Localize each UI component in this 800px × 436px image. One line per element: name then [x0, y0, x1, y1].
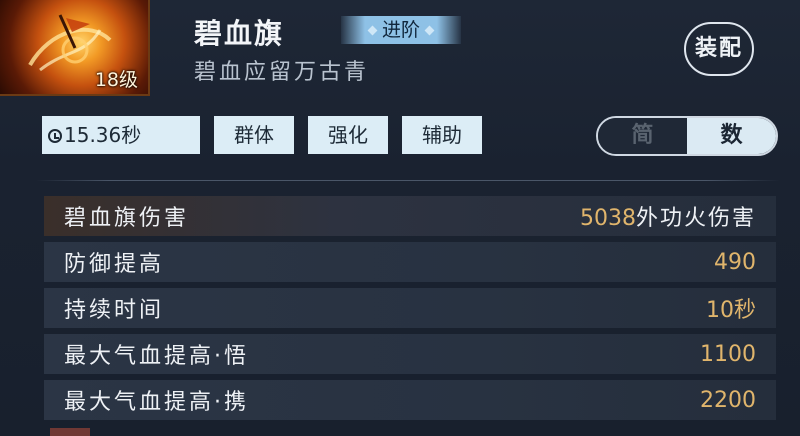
- stat-value: 1100: [700, 341, 756, 367]
- stat-label: 防御提高: [64, 252, 165, 277]
- diamond-icon: [367, 25, 378, 36]
- stat-number: 5038: [579, 206, 636, 231]
- tag-group: 群体: [214, 116, 294, 154]
- advance-tag[interactable]: 进阶: [341, 16, 461, 44]
- skill-name: 碧血旗: [194, 17, 285, 50]
- stats-list: 碧血旗伤害 5038外功火伤害 防御提高 490 持续时间 10秒 最大气血提高…: [44, 196, 776, 426]
- tag-support: 辅助: [402, 116, 482, 154]
- stat-label: 最大气血提高·携: [64, 390, 249, 415]
- stat-value: 5038外功火伤害: [580, 200, 756, 232]
- stat-row: 持续时间 10秒: [44, 288, 776, 328]
- divider: [36, 180, 780, 181]
- stat-label: 碧血旗伤害: [64, 206, 190, 231]
- cooldown-value: 15.36秒: [64, 123, 142, 147]
- equip-button[interactable]: 装配: [684, 22, 754, 76]
- stat-row: 最大气血提高·携 2200: [44, 380, 776, 420]
- stat-label: 最大气血提高·悟: [64, 344, 249, 369]
- stat-row: 防御提高 490: [44, 242, 776, 282]
- toggle-option-numbers[interactable]: 数: [687, 118, 776, 154]
- skill-tags: 15.36秒 群体 强化 辅助: [42, 116, 482, 154]
- skill-subtitle: 碧血应留万古青: [194, 60, 370, 85]
- toggle-option-simple[interactable]: 简: [598, 118, 687, 154]
- tag-enhance: 强化: [308, 116, 388, 154]
- clock-icon: [48, 129, 62, 143]
- stat-value: 490: [714, 249, 756, 275]
- stat-row: 最大气血提高·悟 1100: [44, 334, 776, 374]
- stat-suffix: 外功火伤害: [635, 206, 756, 231]
- stat-label: 持续时间: [64, 298, 165, 323]
- cooldown-tag: 15.36秒: [42, 116, 200, 154]
- scroll-hint: [50, 428, 90, 436]
- skill-detail-panel: 18级 碧血旗 进阶 碧血应留万古青 装配 15.36秒 群体 强化 辅助 简 …: [0, 0, 800, 436]
- stat-row: 碧血旗伤害 5038外功火伤害: [44, 196, 776, 236]
- view-toggle[interactable]: 简 数: [596, 116, 778, 156]
- stat-value: 10秒: [706, 298, 756, 323]
- diamond-icon: [424, 25, 435, 36]
- skill-icon[interactable]: 18级: [0, 0, 150, 96]
- skill-level: 18级: [94, 69, 138, 91]
- stat-value: 2200: [700, 387, 756, 413]
- advance-tag-label: 进阶: [381, 19, 420, 41]
